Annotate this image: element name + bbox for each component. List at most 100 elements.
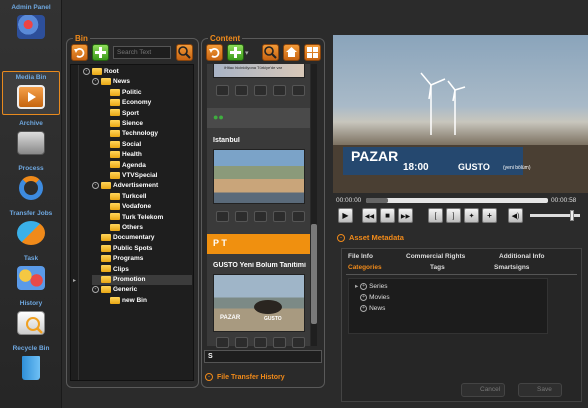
tree-item[interactable]: new Bin xyxy=(101,296,147,306)
tab-smartsigns[interactable]: Smartsigns xyxy=(494,262,529,273)
tree-item[interactable]: Clips xyxy=(92,265,129,275)
nav-media-bin[interactable]: Media Bin xyxy=(2,71,60,115)
stop-button[interactable]: ■ xyxy=(380,208,395,223)
category-item[interactable]: ▸ +Movies xyxy=(355,292,390,303)
collapse-icon[interactable]: - xyxy=(92,286,99,294)
content-thumbnail[interactable] xyxy=(213,149,305,204)
tree-item[interactable]: - Generic xyxy=(92,285,137,295)
content-thumbnail[interactable]: PAZAR GUSTO xyxy=(213,274,305,332)
tree-item[interactable]: Politic xyxy=(101,88,142,98)
tree-item[interactable]: Sience xyxy=(101,119,143,129)
key-button[interactable] xyxy=(254,85,267,96)
nav-process[interactable]: Process xyxy=(2,163,60,207)
tree-item-label: Root xyxy=(104,68,119,75)
tree-item[interactable]: Agenda xyxy=(101,161,146,171)
tree-item[interactable]: Turkcell xyxy=(101,192,146,202)
nav-history[interactable]: History xyxy=(2,298,60,342)
tree-item[interactable]: Economy xyxy=(101,98,151,108)
tree-item[interactable]: Social xyxy=(101,140,141,150)
mark-in-button[interactable]: [ xyxy=(428,208,443,223)
box-button[interactable] xyxy=(292,337,305,348)
doc-button[interactable] xyxy=(273,211,286,222)
add-bin-button[interactable] xyxy=(92,44,109,61)
play-button[interactable]: ▶ xyxy=(338,208,353,223)
tree-item[interactable]: Technology xyxy=(101,129,158,139)
tree-item[interactable]: - News xyxy=(92,77,130,87)
collapse-icon[interactable]: - xyxy=(92,182,99,190)
volume-slider[interactable] xyxy=(530,210,580,221)
tab-categories[interactable]: Categories xyxy=(348,262,382,273)
grid-view-button[interactable] xyxy=(304,44,321,61)
content-refresh-button[interactable] xyxy=(206,44,223,61)
asset-metadata-title: Asset Metadata xyxy=(348,233,404,242)
volume-knob[interactable] xyxy=(570,210,574,221)
save-button[interactable]: Save xyxy=(518,383,562,397)
edit-button[interactable] xyxy=(216,85,229,96)
content-thumbnail[interactable]: iHitac hicinidiyona Türkiye'de var xyxy=(213,64,305,78)
tag-button[interactable] xyxy=(235,211,248,222)
tag-button[interactable] xyxy=(235,337,248,348)
collapse-icon[interactable]: - xyxy=(83,67,90,75)
edit-button[interactable] xyxy=(216,211,229,222)
nav-archive[interactable]: Archive xyxy=(2,118,60,162)
box-button[interactable] xyxy=(292,85,305,96)
category-item[interactable]: ▸ + Series xyxy=(355,281,388,292)
key-button[interactable] xyxy=(254,211,267,222)
rewind-button[interactable]: ◀◀ xyxy=(362,208,377,223)
box-button[interactable] xyxy=(292,211,305,222)
tree-item[interactable]: VTVSpecial xyxy=(101,171,157,181)
tree-item[interactable]: Turk Telekom xyxy=(101,213,163,223)
content-filter-input[interactable] xyxy=(204,350,322,363)
key-button[interactable] xyxy=(254,337,267,348)
content-search-button[interactable] xyxy=(262,44,279,61)
category-item[interactable]: ▸ +News xyxy=(355,303,385,314)
bin-search-input[interactable] xyxy=(113,46,171,59)
volume-button[interactable]: ◀) xyxy=(508,208,523,223)
edit-button[interactable] xyxy=(216,337,229,348)
tree-item-label: new Bin xyxy=(122,296,147,304)
thumbs-up-button[interactable]: ✦ xyxy=(464,208,479,223)
home-view-button[interactable] xyxy=(283,44,300,61)
tree-item[interactable]: - Root xyxy=(83,67,119,77)
mark-out-button[interactable]: ] xyxy=(446,208,461,223)
content-scrollbar[interactable] xyxy=(311,64,317,346)
refresh-button[interactable] xyxy=(71,44,88,61)
tree-item[interactable]: Documentary xyxy=(92,233,155,243)
cancel-button[interactable]: Cancel xyxy=(461,383,505,397)
fast-forward-button[interactable]: ▶▶ xyxy=(398,208,413,223)
tree-item[interactable]: Programs xyxy=(92,254,143,264)
nav-recycle-bin[interactable]: Recycle Bin xyxy=(2,343,60,387)
tree-item[interactable]: Vodafone xyxy=(101,202,151,212)
seek-bar[interactable] xyxy=(366,198,548,203)
collapse-icon[interactable]: - xyxy=(92,78,99,86)
tree-item-label: Turkcell xyxy=(122,192,147,200)
tree-item[interactable]: Health xyxy=(101,150,142,160)
tree-item[interactable]: Others xyxy=(101,223,143,233)
add-marker-button[interactable]: + xyxy=(482,208,497,223)
bin-search-button[interactable] xyxy=(176,44,193,61)
tab-tags[interactable]: Tags xyxy=(430,262,445,273)
asset-metadata-header[interactable]: - Asset Metadata xyxy=(337,233,404,242)
tree-item[interactable]: - Advertisement xyxy=(92,181,158,191)
expand-icon[interactable]: + xyxy=(360,293,368,301)
scrollbar-thumb[interactable] xyxy=(311,224,317,324)
expand-icon[interactable]: + xyxy=(360,304,368,312)
tree-item[interactable]: Promotion xyxy=(92,275,192,285)
tree-item[interactable]: Public Spots xyxy=(92,244,152,254)
tree-item[interactable]: Sport xyxy=(101,109,139,119)
doc-button[interactable] xyxy=(273,85,286,96)
collapse-icon: - xyxy=(337,233,345,242)
add-content-button[interactable] xyxy=(227,44,244,61)
tag-button[interactable] xyxy=(235,85,248,96)
chevron-down-icon[interactable]: ▾ xyxy=(245,49,249,57)
tab-file-info[interactable]: File Info xyxy=(348,251,373,262)
tab-commercial-rights[interactable]: Commercial Rights xyxy=(406,251,465,262)
nav-admin-panel[interactable]: Admin Panel xyxy=(2,2,60,46)
doc-button[interactable] xyxy=(273,337,286,348)
tab-additional-info[interactable]: Additional Info xyxy=(499,251,545,262)
expand-icon[interactable]: + xyxy=(360,282,368,290)
nav-transfer-jobs[interactable]: Transfer Jobs xyxy=(2,208,60,252)
file-transfer-history-toggle[interactable]: - File Transfer History xyxy=(205,373,323,385)
nav-task[interactable]: Task xyxy=(2,253,60,297)
video-preview[interactable]: PAZAR 18:00 GUSTO (yeni bölüm) xyxy=(333,35,588,193)
